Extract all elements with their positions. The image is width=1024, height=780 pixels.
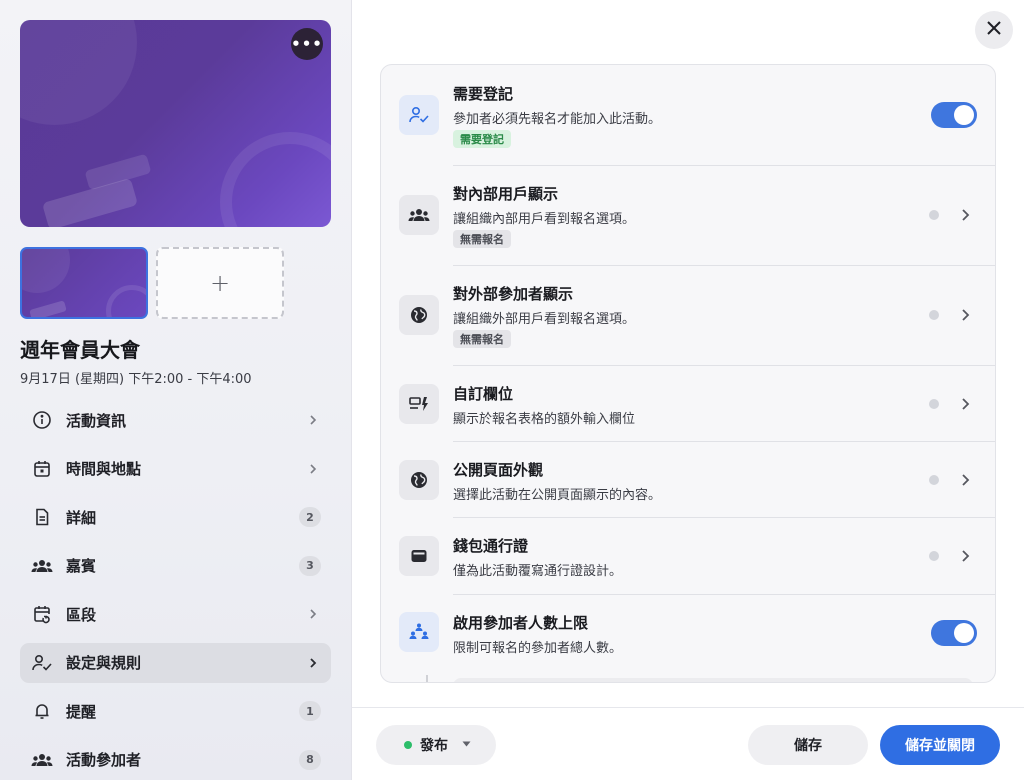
- setting-title: 對內部用戶顯示: [453, 185, 559, 203]
- group-icon: [30, 748, 54, 772]
- count-badge: 2: [299, 507, 321, 527]
- setting-row-internal-visibility[interactable]: 對內部用戶顯示 讓組織內部用戶看到報名選項。 無需報名: [381, 166, 995, 266]
- calendar-icon: [30, 457, 54, 481]
- event-datetime: 9月17日 (星期四) 下午2:00 - 下午4:00: [20, 372, 252, 387]
- sidebar-item-label: 詳細: [66, 508, 97, 527]
- people-icon: [30, 554, 54, 578]
- setting-title: 對外部參加者顯示: [453, 285, 574, 303]
- status-dot: [929, 551, 939, 561]
- globe-icon: [399, 460, 439, 500]
- setting-title: 公開頁面外觀: [453, 461, 544, 479]
- setting-title: 錢包通行證: [453, 537, 529, 555]
- sidebar-item-label: 活動資訊: [66, 411, 127, 430]
- sidebar-item-label: 時間與地點: [66, 460, 142, 478]
- setting-description: 讓組織外部用戶看到報名選項。: [453, 312, 636, 327]
- setting-row-public-page-appearance[interactable]: 公開頁面外觀 選擇此活動在公開頁面顯示的內容。: [381, 442, 995, 518]
- save-and-close-button[interactable]: 儲存並關閉: [880, 725, 1000, 765]
- chevron-right-icon: [957, 207, 973, 223]
- user-check-icon: [399, 95, 439, 135]
- setting-description: 顯示於報名表格的額外輸入欄位: [453, 412, 636, 427]
- status-badge: 無需報名: [453, 330, 511, 348]
- sidebar-item-label: 提醒: [66, 702, 97, 721]
- settings-card: 需要登記 參加者必須先報名才能加入此活動。 需要登記 對內部用戶顯示 讓組織內部…: [380, 64, 996, 683]
- chevron-down-icon: [462, 740, 471, 750]
- chevron-right-icon: [957, 396, 973, 412]
- sidebar-item-attendees[interactable]: 活動參加者 8: [20, 740, 331, 780]
- setting-description: 僅為此活動覆寫通行證設計。: [453, 564, 623, 579]
- wallet-icon: [399, 536, 439, 576]
- setting-description: 選擇此活動在公開頁面顯示的內容。: [453, 488, 662, 503]
- sidebar-item-settings-rules[interactable]: 設定與規則: [20, 642, 331, 683]
- event-sidebar: ••• + 週年會員大會 9月17日 (星期四) 下午2:00 - 下午4:00…: [0, 0, 352, 780]
- sidebar-item-guests[interactable]: 嘉賓 3: [20, 546, 331, 586]
- status-badge: 無需報名: [453, 230, 511, 248]
- sidebar-nav: 活動資訊 時間與地點 詳細 2 嘉賓 3 區段 設定與規則 提醒 1 活動參加者…: [20, 400, 331, 780]
- status-badge: 需要登記: [453, 130, 511, 148]
- count-badge: 8: [299, 749, 321, 770]
- sidebar-item-sections[interactable]: 區段: [20, 594, 331, 634]
- attendee-limit-toggle[interactable]: [931, 620, 977, 646]
- publish-label: 發布: [420, 738, 448, 754]
- add-image-button[interactable]: +: [156, 247, 284, 319]
- more-icon: •••: [291, 35, 323, 53]
- setting-description: 參加者必須先報名才能加入此活動。: [453, 112, 662, 127]
- user-check-icon: [30, 651, 54, 675]
- calendar-repeat-icon: [30, 602, 54, 626]
- status-dot: [929, 399, 939, 409]
- attendee-limit-input[interactable]: [453, 678, 973, 682]
- group-limit-icon: [399, 612, 439, 652]
- setting-title: 自訂欄位: [453, 385, 514, 403]
- setting-description: 限制可報名的參加者總人數。: [453, 641, 623, 656]
- close-button[interactable]: [975, 11, 1013, 49]
- publish-dropdown[interactable]: 發布: [376, 725, 496, 765]
- chevron-right-icon: [957, 548, 973, 564]
- setting-description: 讓組織內部用戶看到報名選項。: [453, 212, 636, 227]
- info-icon: [30, 408, 54, 432]
- registration-toggle[interactable]: [931, 102, 977, 128]
- sidebar-item-event-info[interactable]: 活動資訊: [20, 400, 331, 440]
- chevron-right-icon: [305, 461, 321, 477]
- setting-title: 需要登記: [453, 85, 514, 103]
- form-field-icon: [399, 384, 439, 424]
- sidebar-item-label: 區段: [66, 605, 97, 624]
- setting-title: 啟用參加者人數上限: [453, 614, 589, 632]
- setting-row-attendee-limit[interactable]: 啟用參加者人數上限 限制可報名的參加者總人數。: [381, 595, 995, 675]
- sidebar-item-label: 嘉賓: [66, 557, 97, 575]
- sidebar-item-time-location[interactable]: 時間與地點: [20, 449, 331, 489]
- setting-row-registration-required[interactable]: 需要登記 參加者必須先報名才能加入此活動。 需要登記: [381, 65, 995, 166]
- plus-icon: +: [209, 269, 231, 297]
- status-dot: [404, 741, 412, 749]
- setting-row-external-visibility[interactable]: 對外部參加者顯示 讓組織外部用戶看到報名選項。 無需報名: [381, 266, 995, 366]
- status-dot: [929, 475, 939, 485]
- event-title: 週年會員大會: [20, 338, 140, 362]
- more-options-button[interactable]: •••: [291, 28, 323, 60]
- sidebar-item-label: 設定與規則: [66, 654, 142, 672]
- setting-row-custom-fields[interactable]: 自訂欄位 顯示於報名表格的額外輸入欄位: [381, 366, 995, 442]
- chevron-right-icon: [305, 655, 321, 671]
- chevron-right-icon: [957, 307, 973, 323]
- footer-bar: 發布 儲存 儲存並關閉: [352, 707, 1024, 780]
- status-dot: [929, 210, 939, 220]
- cover-thumbnail-selected[interactable]: [20, 247, 148, 319]
- close-icon: [986, 20, 1002, 40]
- bell-icon: [30, 699, 54, 723]
- chevron-right-icon: [305, 606, 321, 622]
- count-badge: 1: [299, 701, 321, 721]
- setting-row-wallet-pass[interactable]: 錢包通行證 僅為此活動覆寫通行證設計。: [381, 518, 995, 595]
- people-icon: [399, 195, 439, 235]
- count-badge: 3: [299, 555, 321, 576]
- sidebar-item-details[interactable]: 詳細 2: [20, 497, 331, 537]
- chevron-right-icon: [305, 412, 321, 428]
- sidebar-item-reminders[interactable]: 提醒 1: [20, 691, 331, 731]
- sidebar-item-label: 活動參加者: [66, 751, 142, 769]
- chevron-right-icon: [957, 472, 973, 488]
- event-cover-image[interactable]: •••: [20, 20, 331, 227]
- status-dot: [929, 310, 939, 320]
- document-icon: [30, 505, 54, 529]
- globe-icon: [399, 295, 439, 335]
- connector-line: [426, 675, 428, 682]
- save-button[interactable]: 儲存: [748, 725, 868, 765]
